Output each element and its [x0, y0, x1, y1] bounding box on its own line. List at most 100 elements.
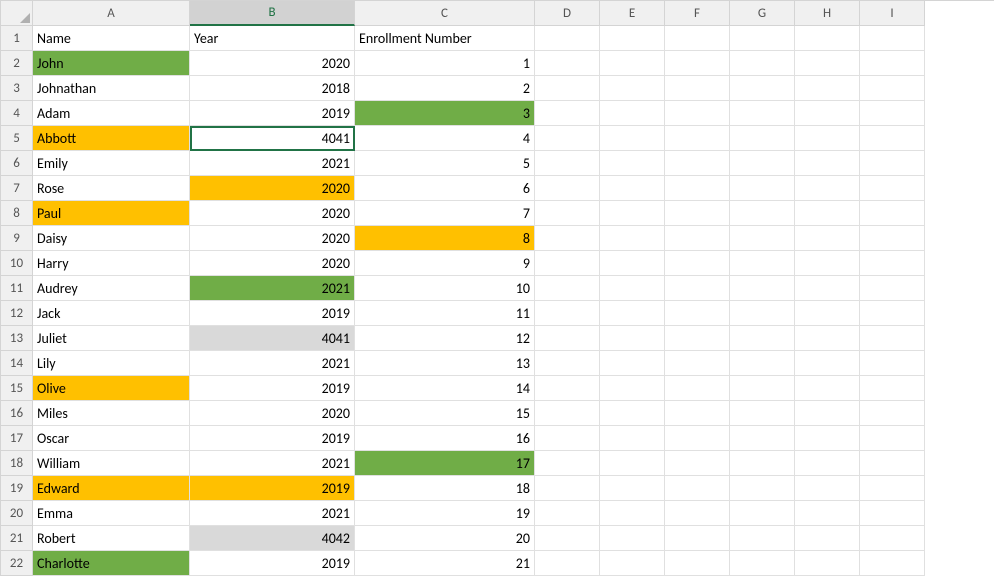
cell-D10[interactable]: [535, 251, 600, 276]
cell-F21[interactable]: [665, 526, 730, 551]
cell-D11[interactable]: [535, 276, 600, 301]
cell-B4[interactable]: 2019: [190, 101, 355, 126]
cell-A10[interactable]: Harry: [33, 251, 190, 276]
cell-E8[interactable]: [600, 201, 665, 226]
cell-G10[interactable]: [730, 251, 795, 276]
cell-E3[interactable]: [600, 76, 665, 101]
cell-C18[interactable]: 17: [355, 451, 535, 476]
cell-E11[interactable]: [600, 276, 665, 301]
cell-C2[interactable]: 1: [355, 51, 535, 76]
cell-F4[interactable]: [665, 101, 730, 126]
cell-G5[interactable]: [730, 126, 795, 151]
col-header-A[interactable]: A: [33, 1, 190, 26]
cell-I2[interactable]: [860, 51, 925, 76]
cell-E2[interactable]: [600, 51, 665, 76]
cell-G11[interactable]: [730, 276, 795, 301]
cell-H19[interactable]: [795, 476, 860, 501]
cell-A5[interactable]: Abbott: [33, 126, 190, 151]
cell-C8[interactable]: 7: [355, 201, 535, 226]
cell-A11[interactable]: Audrey: [33, 276, 190, 301]
cell-I18[interactable]: [860, 451, 925, 476]
cell-D9[interactable]: [535, 226, 600, 251]
cell-I11[interactable]: [860, 276, 925, 301]
cell-I8[interactable]: [860, 201, 925, 226]
cell-A4[interactable]: Adam: [33, 101, 190, 126]
cell-B6[interactable]: 2021: [190, 151, 355, 176]
cell-H6[interactable]: [795, 151, 860, 176]
cell-B15[interactable]: 2019: [190, 376, 355, 401]
cell-F12[interactable]: [665, 301, 730, 326]
cell-F7[interactable]: [665, 176, 730, 201]
cell-I16[interactable]: [860, 401, 925, 426]
cell-I5[interactable]: [860, 126, 925, 151]
row-header-16[interactable]: 16: [1, 401, 33, 426]
cell-D13[interactable]: [535, 326, 600, 351]
cell-D15[interactable]: [535, 376, 600, 401]
cell-C14[interactable]: 13: [355, 351, 535, 376]
cell-F13[interactable]: [665, 326, 730, 351]
row-header-20[interactable]: 20: [1, 501, 33, 526]
cell-E15[interactable]: [600, 376, 665, 401]
cell-A15[interactable]: Olive: [33, 376, 190, 401]
cell-E7[interactable]: [600, 176, 665, 201]
cell-E14[interactable]: [600, 351, 665, 376]
cell-A2[interactable]: John: [33, 51, 190, 76]
cell-G6[interactable]: [730, 151, 795, 176]
cell-E13[interactable]: [600, 326, 665, 351]
cell-C19[interactable]: 18: [355, 476, 535, 501]
cell-D4[interactable]: [535, 101, 600, 126]
cell-E21[interactable]: [600, 526, 665, 551]
cell-G12[interactable]: [730, 301, 795, 326]
cell-F6[interactable]: [665, 151, 730, 176]
row-header-10[interactable]: 10: [1, 251, 33, 276]
cell-B12[interactable]: 2019: [190, 301, 355, 326]
cell-C20[interactable]: 19: [355, 501, 535, 526]
row-header-19[interactable]: 19: [1, 476, 33, 501]
row-header-5[interactable]: 5: [1, 126, 33, 151]
cell-I10[interactable]: [860, 251, 925, 276]
cell-A7[interactable]: Rose: [33, 176, 190, 201]
cell-D21[interactable]: [535, 526, 600, 551]
cell-F20[interactable]: [665, 501, 730, 526]
cell-D5[interactable]: [535, 126, 600, 151]
cell-G3[interactable]: [730, 76, 795, 101]
row-header-4[interactable]: 4: [1, 101, 33, 126]
row-header-15[interactable]: 15: [1, 376, 33, 401]
cell-H1[interactable]: [795, 26, 860, 51]
cell-A12[interactable]: Jack: [33, 301, 190, 326]
cell-C13[interactable]: 12: [355, 326, 535, 351]
cell-A20[interactable]: Emma: [33, 501, 190, 526]
cell-H5[interactable]: [795, 126, 860, 151]
cell-D22[interactable]: [535, 551, 600, 576]
cell-G9[interactable]: [730, 226, 795, 251]
cell-F9[interactable]: [665, 226, 730, 251]
row-header-7[interactable]: 7: [1, 176, 33, 201]
cell-I17[interactable]: [860, 426, 925, 451]
cell-A6[interactable]: Emily: [33, 151, 190, 176]
cell-A21[interactable]: Robert: [33, 526, 190, 551]
row-header-3[interactable]: 3: [1, 76, 33, 101]
row-header-11[interactable]: 11: [1, 276, 33, 301]
cell-C7[interactable]: 6: [355, 176, 535, 201]
cell-I1[interactable]: [860, 26, 925, 51]
cell-D16[interactable]: [535, 401, 600, 426]
cell-I15[interactable]: [860, 376, 925, 401]
cell-A1[interactable]: Name: [33, 26, 190, 51]
cell-B9[interactable]: 2020: [190, 226, 355, 251]
cell-G21[interactable]: [730, 526, 795, 551]
row-header-12[interactable]: 12: [1, 301, 33, 326]
cell-D18[interactable]: [535, 451, 600, 476]
cell-A19[interactable]: Edward: [33, 476, 190, 501]
cell-B8[interactable]: 2020: [190, 201, 355, 226]
select-all-corner[interactable]: [1, 1, 33, 26]
cell-G22[interactable]: [730, 551, 795, 576]
cell-H12[interactable]: [795, 301, 860, 326]
cell-F1[interactable]: [665, 26, 730, 51]
cell-A9[interactable]: Daisy: [33, 226, 190, 251]
row-header-17[interactable]: 17: [1, 426, 33, 451]
cell-C17[interactable]: 16: [355, 426, 535, 451]
cell-E22[interactable]: [600, 551, 665, 576]
cell-G1[interactable]: [730, 26, 795, 51]
cell-C3[interactable]: 2: [355, 76, 535, 101]
cell-F22[interactable]: [665, 551, 730, 576]
